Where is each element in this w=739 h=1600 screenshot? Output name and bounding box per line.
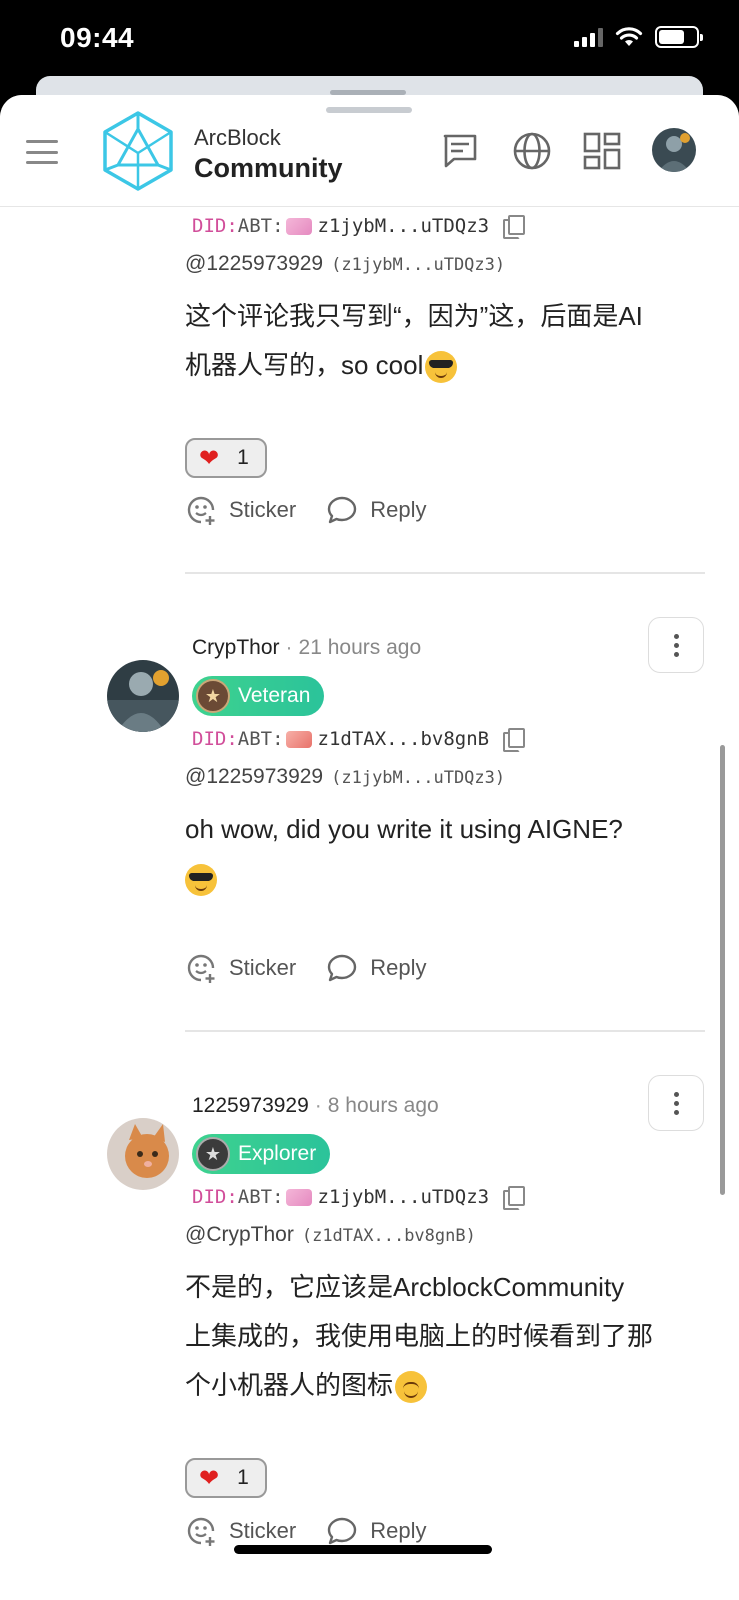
- medal-icon: ★: [196, 679, 230, 713]
- comment-meta: 1225973929 · 8 hours ago: [192, 1094, 439, 1117]
- heart-icon: ❤: [199, 1464, 220, 1492]
- veteran-badge: ★ Veteran: [192, 676, 325, 716]
- comment-time: 8 hours ago: [327, 1094, 439, 1117]
- status-time: 09:44: [60, 22, 135, 53]
- sticker-button[interactable]: Sticker: [185, 952, 296, 984]
- did-avatar-icon: [285, 730, 312, 748]
- comment-actions: Sticker Reply: [185, 494, 427, 526]
- status-icons: [574, 26, 703, 48]
- menu-icon[interactable]: [26, 140, 58, 164]
- comment-divider: [185, 572, 705, 574]
- comment-body: oh wow, did you write it using AIGNE?: [185, 805, 705, 903]
- did-avatar-icon: [285, 1188, 312, 1206]
- reply-mention[interactable]: @CrypThor (z1dTAX...bv8gnB): [185, 1223, 476, 1247]
- apps-grid-icon[interactable]: [582, 131, 622, 171]
- heart-reaction-button[interactable]: ❤ 1: [185, 438, 267, 478]
- scrollbar[interactable]: [720, 745, 725, 1195]
- copy-icon[interactable]: [503, 1186, 526, 1210]
- explorer-badge: ★ Explorer: [192, 1134, 331, 1174]
- home-indicator[interactable]: [234, 1545, 492, 1554]
- sheet-grabber[interactable]: [326, 107, 412, 113]
- user-avatar[interactable]: [652, 128, 696, 172]
- heart-reaction-button[interactable]: ❤ 1: [185, 1458, 267, 1498]
- sticker-icon: [187, 1517, 215, 1546]
- logo-brand: ArcBlock: [194, 125, 281, 150]
- cellular-signal-icon: [574, 27, 603, 47]
- comment-time: 21 hours ago: [298, 636, 422, 659]
- chat-icon[interactable]: [440, 131, 480, 171]
- sticker-button[interactable]: Sticker: [185, 1515, 296, 1547]
- comment-actions: Sticker Reply: [185, 1515, 427, 1547]
- more-options-button[interactable]: [648, 1075, 704, 1131]
- medal-icon: ★: [196, 1137, 230, 1171]
- more-options-button[interactable]: [648, 617, 704, 673]
- reply-mention[interactable]: @1225973929 (z1jybM...uTDQz3): [185, 252, 505, 276]
- did-avatar-icon: [285, 217, 312, 235]
- author-name[interactable]: CrypThor: [192, 636, 280, 659]
- did-address: DID: ABT: z1jybM...uTDQz3: [192, 215, 526, 239]
- reply-bubble-icon: [328, 496, 357, 524]
- author-avatar[interactable]: [107, 1118, 179, 1190]
- logo-community: Community: [194, 153, 343, 183]
- sticker-icon: [187, 496, 215, 525]
- reply-bubble-icon: [328, 1517, 357, 1545]
- copy-icon[interactable]: [503, 215, 526, 239]
- wifi-icon: [615, 27, 643, 46]
- site-header: ArcBlock Community: [0, 95, 739, 207]
- author-name[interactable]: 1225973929: [192, 1094, 309, 1117]
- globe-icon[interactable]: [512, 131, 552, 171]
- reply-button[interactable]: Reply: [326, 494, 427, 526]
- logo-text[interactable]: ArcBlock Community: [194, 125, 343, 184]
- reply-bubble-icon: [328, 954, 357, 982]
- status-bar: 09:44: [0, 0, 739, 80]
- reply-mention[interactable]: @1225973929 (z1jybM...uTDQz3): [185, 765, 505, 789]
- did-address: DID: ABT: z1dTAX...bv8gnB: [192, 728, 526, 752]
- arcblock-logo-icon[interactable]: [102, 111, 174, 191]
- cool-emoji-icon: [185, 864, 217, 897]
- main-sheet: ArcBlock Community DID: ABT: z1jybM...uT…: [0, 95, 739, 1600]
- battery-icon: [655, 26, 703, 48]
- sticker-icon: [187, 954, 215, 983]
- comment-meta: CrypThor · 21 hours ago: [192, 636, 422, 659]
- author-avatar[interactable]: [107, 660, 179, 732]
- did-address: DID: ABT: z1jybM...uTDQz3: [192, 1186, 526, 1210]
- copy-icon[interactable]: [503, 728, 526, 752]
- sticker-button[interactable]: Sticker: [185, 494, 296, 526]
- comment-actions: Sticker Reply: [185, 952, 427, 984]
- comment-divider: [185, 1030, 705, 1032]
- comment-body: 不是的，它应该是ArcblockCommunity 上集成的，我使用电脑上的时候…: [185, 1263, 705, 1410]
- cool-emoji-icon: [425, 351, 458, 384]
- comment-body: 这个评论我只写到“，因为”这，后面是AI 机器人写的，so cool: [185, 292, 705, 390]
- reply-button[interactable]: Reply: [326, 1515, 427, 1547]
- smile-emoji-icon: [395, 1371, 428, 1404]
- reply-button[interactable]: Reply: [326, 952, 427, 984]
- heart-icon: ❤: [199, 444, 220, 472]
